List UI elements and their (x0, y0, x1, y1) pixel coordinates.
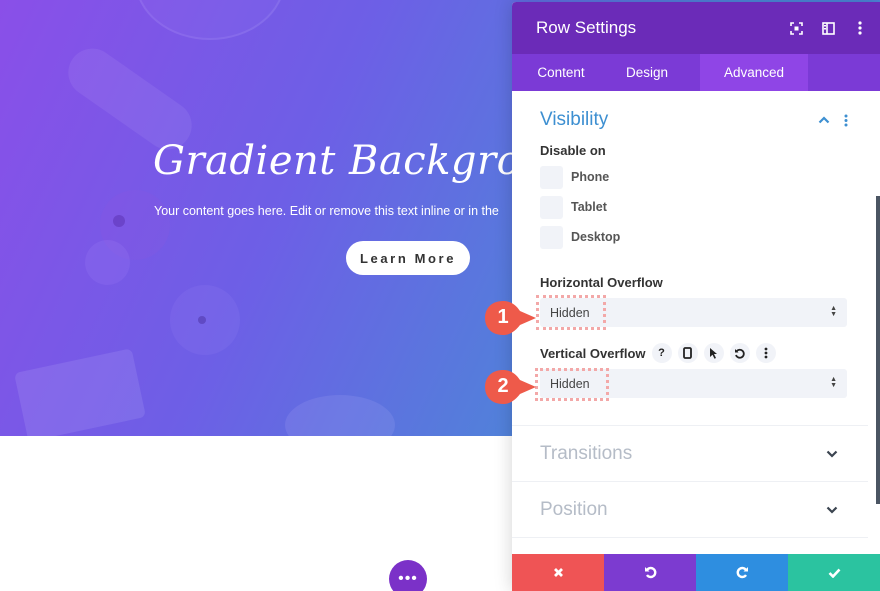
decorative-shape (198, 316, 206, 324)
highlight-box (535, 368, 609, 401)
tab-advanced[interactable]: Advanced (700, 54, 808, 91)
more-vertical-icon[interactable] (844, 12, 876, 44)
callout-marker: 1 (484, 299, 536, 335)
tab-design[interactable]: Design (610, 54, 684, 91)
split-view-icon[interactable] (812, 12, 844, 44)
more-options-button[interactable]: ••• (389, 560, 427, 591)
visibility-section: Visibility Disable on Phone Tablet Deskt… (512, 91, 880, 398)
undo-icon (644, 566, 656, 579)
tablet-checkbox[interactable] (540, 195, 563, 219)
close-button[interactable] (512, 554, 604, 591)
callout-marker: 2 (484, 368, 536, 404)
select-arrows-icon: ▲ ▼ (830, 305, 837, 318)
desktop-label: Desktop (571, 230, 621, 244)
highlight-box (536, 295, 606, 330)
callout-number: 2 (497, 374, 509, 397)
transitions-section[interactable]: Transitions (512, 425, 868, 481)
tablet-label: Tablet (571, 200, 607, 214)
page: Gradient Background A Your content goes … (0, 0, 880, 591)
disable-on-label: Disable on (540, 143, 606, 158)
redo-icon (736, 566, 748, 579)
chevron-down-icon[interactable] (824, 446, 840, 462)
tab-content[interactable]: Content (512, 54, 610, 91)
desktop-checkbox[interactable] (540, 225, 563, 249)
select-arrows-icon: ▲ ▼ (830, 376, 837, 389)
fullscreen-icon[interactable] (780, 12, 812, 44)
decorative-shape (135, 0, 285, 40)
chevron-up-icon[interactable] (816, 112, 832, 128)
panel-footer (512, 554, 880, 591)
more-vertical-icon[interactable] (755, 343, 776, 363)
panel-header[interactable]: Row Settings (512, 2, 880, 54)
visibility-header[interactable]: Visibility (540, 105, 852, 135)
undo-button[interactable] (604, 554, 696, 591)
decorative-shape (285, 395, 395, 436)
more-vertical-icon[interactable] (840, 114, 852, 127)
decorative-shape (85, 240, 130, 285)
scrollbar[interactable] (876, 196, 880, 504)
vertical-overflow-label: Vertical Overflow (540, 345, 646, 361)
redo-button[interactable] (696, 554, 788, 591)
chevron-down-icon[interactable] (824, 502, 840, 518)
decorative-shape (14, 348, 146, 436)
save-button[interactable] (788, 554, 880, 591)
position-section[interactable]: Position (512, 481, 868, 537)
disable-tablet-option[interactable]: Tablet (540, 192, 852, 222)
horizontal-overflow-label: Horizontal Overflow (540, 274, 663, 290)
disable-phone-option[interactable]: Phone (540, 162, 852, 192)
disable-desktop-option[interactable]: Desktop (540, 222, 852, 252)
decorative-shape (113, 215, 125, 227)
hero-text[interactable]: Your content goes here. Edit or remove t… (154, 204, 499, 218)
panel-tabs: Content Design Advanced (512, 54, 880, 91)
check-icon (828, 568, 840, 578)
phone-checkbox[interactable] (540, 165, 563, 189)
learn-more-button[interactable]: Learn More (346, 241, 470, 275)
responsive-phone-icon[interactable] (677, 343, 698, 363)
phone-label: Phone (571, 170, 610, 184)
panel-title: Row Settings (536, 18, 637, 37)
section-divider (512, 537, 868, 554)
visibility-title: Visibility (540, 109, 609, 130)
callout-number: 1 (497, 305, 509, 328)
position-title: Position (540, 498, 608, 520)
reset-icon[interactable] (729, 343, 750, 363)
hover-cursor-icon[interactable] (703, 343, 724, 363)
help-icon[interactable]: ? (651, 343, 672, 363)
transitions-title: Transitions (540, 442, 633, 464)
close-icon (553, 568, 563, 577)
